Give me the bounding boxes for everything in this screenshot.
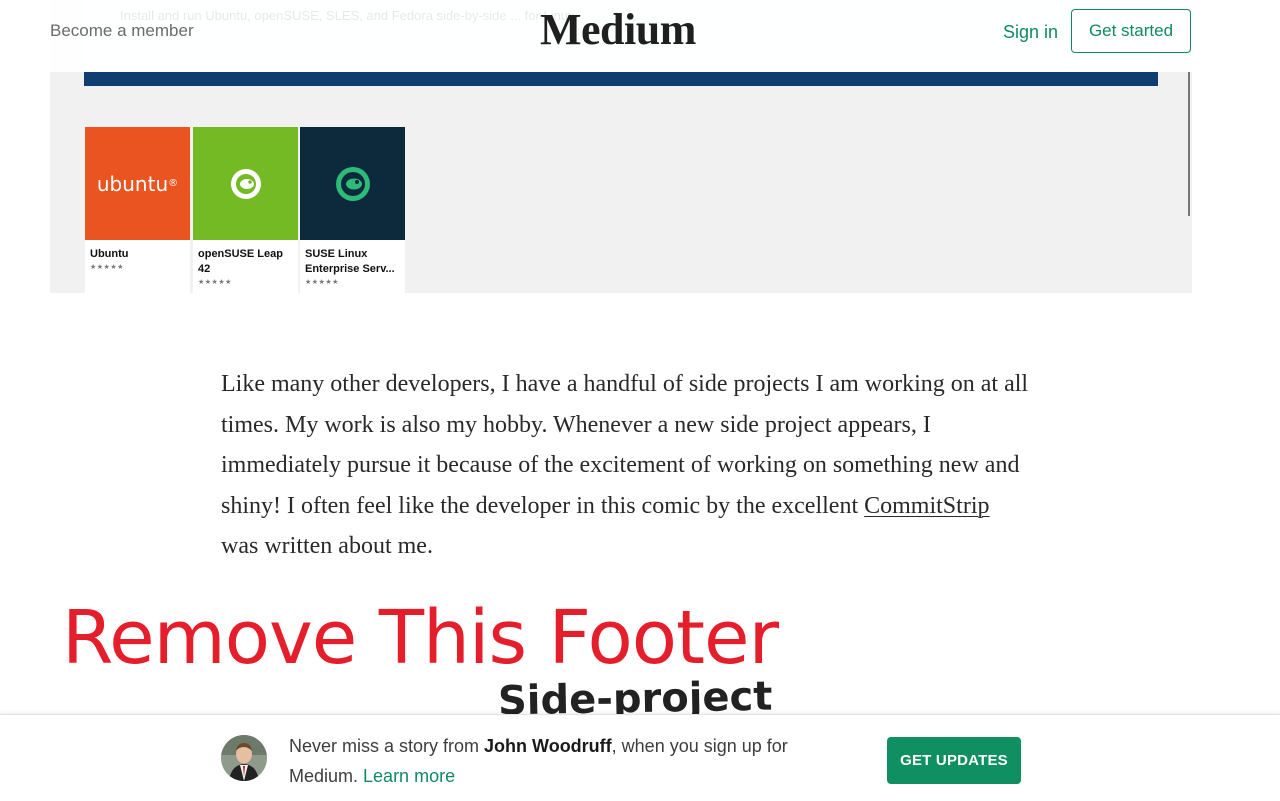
- author-avatar[interactable]: [221, 735, 267, 781]
- app-name: SUSE Linux Enterprise Serv...: [305, 248, 395, 275]
- app-name: Ubuntu: [90, 248, 129, 260]
- get-updates-button[interactable]: GET UPDATES: [887, 737, 1021, 784]
- ubuntu-logo: ubuntu ®: [85, 127, 190, 240]
- sign-in-link[interactable]: Sign in: [1003, 22, 1058, 43]
- app-tile-suse: SUSE Linux Enterprise Serv... ★★★★★: [300, 127, 405, 293]
- medium-logo[interactable]: Medium: [540, 4, 696, 55]
- opensuse-logo-icon: [193, 127, 298, 240]
- ubuntu-logo-mark: ®: [168, 178, 179, 189]
- image-scrollbar: [1188, 72, 1190, 216]
- app-rating-stars: ★★★★★: [305, 278, 339, 286]
- signup-footer: Never miss a story from John Woodruff, w…: [0, 714, 1280, 801]
- app-tile-opensuse: openSUSE Leap 42 ★★★★★: [193, 127, 298, 293]
- remove-footer-annotation: Remove This Footer: [62, 595, 779, 681]
- app-tile-ubuntu: ubuntu ® Ubuntu ★★★★★: [85, 127, 190, 293]
- site-header: Install and run Ubuntu, openSUSE, SLES, …: [0, 0, 1280, 72]
- author-name[interactable]: John Woodruff: [484, 736, 612, 756]
- app-rating-stars: ★★★★★: [90, 263, 124, 271]
- learn-more-link[interactable]: Learn more: [363, 766, 455, 786]
- app-name: openSUSE Leap 42: [198, 248, 283, 275]
- commitstrip-link[interactable]: CommitStrip: [864, 493, 989, 519]
- footer-message: Never miss a story from John Woodruff, w…: [289, 736, 788, 786]
- article-paragraph: Like many other developers, I have a han…: [221, 364, 1031, 567]
- paragraph-text-end: was written about me.: [221, 533, 433, 560]
- app-rating-stars: ★★★★★: [198, 278, 232, 286]
- get-started-button[interactable]: Get started: [1071, 9, 1191, 53]
- become-member-link[interactable]: Become a member: [50, 21, 194, 41]
- suse-logo-icon: [300, 127, 405, 240]
- ubuntu-logo-text: ubuntu: [96, 171, 169, 196]
